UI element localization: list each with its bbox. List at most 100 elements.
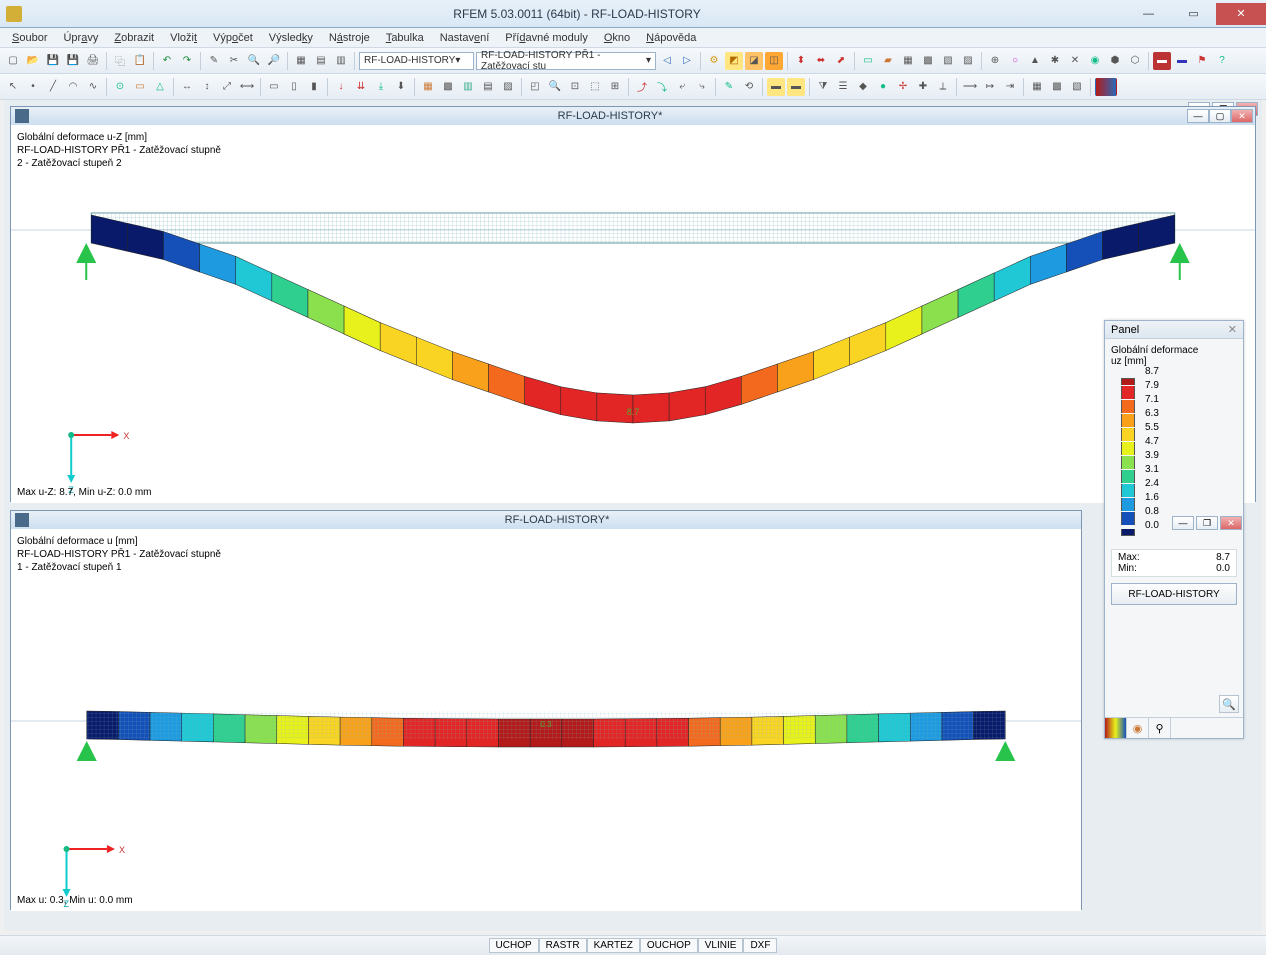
- save-icon[interactable]: 💾: [44, 52, 62, 70]
- view5-icon[interactable]: ⊞: [606, 78, 624, 96]
- red2-icon[interactable]: ▬: [1173, 52, 1191, 70]
- panel-titlebar[interactable]: Panel ✕: [1105, 321, 1243, 339]
- combo-loadcase[interactable]: RF-LOAD-HISTORY PŘ1 - Zatěžovací stu▾: [476, 52, 656, 70]
- hl2-icon[interactable]: ▬: [787, 78, 805, 96]
- iso-icon[interactable]: ▩: [919, 52, 937, 70]
- panel-tab-factor[interactable]: ◉: [1127, 718, 1149, 738]
- mdi2-minimize-icon[interactable]: —: [1172, 516, 1194, 530]
- view2-icon[interactable]: 🔍: [546, 78, 564, 96]
- panel-tab-filter[interactable]: ⚲: [1149, 718, 1171, 738]
- load4-icon[interactable]: ⬇: [392, 78, 410, 96]
- mdi-titlebar-top[interactable]: RF-LOAD-HISTORY* — ▢ ✕: [11, 107, 1255, 125]
- prev-icon[interactable]: ◁: [658, 52, 676, 70]
- grid-icon[interactable]: ▤: [312, 52, 330, 70]
- mdi2-close-icon[interactable]: ✕: [1220, 516, 1242, 530]
- mesh3-icon[interactable]: ▥: [459, 78, 477, 96]
- menu-vysledky[interactable]: Výsledky: [261, 30, 321, 46]
- table-icon[interactable]: ▥: [332, 52, 350, 70]
- zoom-icon[interactable]: 🔍: [245, 52, 263, 70]
- menu-soubor[interactable]: Soubor: [4, 30, 55, 46]
- cs2-icon[interactable]: ▩: [1048, 78, 1066, 96]
- supp-icon[interactable]: △: [151, 78, 169, 96]
- mesh4-icon[interactable]: ▤: [479, 78, 497, 96]
- tool-f-icon[interactable]: ◉: [1086, 52, 1104, 70]
- menu-moduly[interactable]: Přídavné moduly: [497, 30, 596, 46]
- ln-icon[interactable]: ╱: [44, 78, 62, 96]
- box2-icon[interactable]: ▯: [285, 78, 303, 96]
- an2-icon[interactable]: ⟲: [740, 78, 758, 96]
- delete-icon[interactable]: ✂: [225, 52, 243, 70]
- status-vlinie[interactable]: VLINIE: [698, 938, 744, 953]
- menu-zobrazit[interactable]: Zobrazit: [106, 30, 162, 46]
- edit-icon[interactable]: ✎: [205, 52, 223, 70]
- help-icon[interactable]: ?: [1213, 52, 1231, 70]
- menu-nastaveni[interactable]: Nastavení: [432, 30, 498, 46]
- open-icon[interactable]: 📂: [24, 52, 42, 70]
- r2-icon[interactable]: ◪: [745, 52, 763, 70]
- load2-icon[interactable]: ⇊: [352, 78, 370, 96]
- xz-icon[interactable]: ⤶: [673, 78, 691, 96]
- box-icon[interactable]: ▭: [265, 78, 283, 96]
- status-kartez[interactable]: KARTEZ: [587, 938, 640, 953]
- panel-zoom-icon[interactable]: 🔍: [1219, 695, 1239, 713]
- spl-icon[interactable]: ∿: [84, 78, 102, 96]
- menu-tabulka[interactable]: Tabulka: [378, 30, 432, 46]
- tool-c-icon[interactable]: ▲: [1026, 52, 1044, 70]
- saveas-icon[interactable]: 💾: [64, 52, 82, 70]
- axis2-icon[interactable]: ✢: [894, 78, 912, 96]
- section-icon[interactable]: ▧: [939, 52, 957, 70]
- tool-d-icon[interactable]: ✱: [1046, 52, 1064, 70]
- vect-icon[interactable]: ▨: [959, 52, 977, 70]
- contour-icon[interactable]: ▦: [899, 52, 917, 70]
- color-icon[interactable]: ◆: [854, 78, 872, 96]
- undo-icon[interactable]: ↶: [158, 52, 176, 70]
- zoomout-icon[interactable]: 🔎: [265, 52, 283, 70]
- copy-icon[interactable]: ⿻: [111, 52, 129, 70]
- xy-icon[interactable]: ⤴: [633, 78, 651, 96]
- tool-g-icon[interactable]: ⬢: [1106, 52, 1124, 70]
- view1-icon[interactable]: ◰: [526, 78, 544, 96]
- seq1-icon[interactable]: ⟶: [961, 78, 979, 96]
- calc-icon[interactable]: ⚙: [705, 52, 723, 70]
- redo-icon[interactable]: ↷: [178, 52, 196, 70]
- memb-icon[interactable]: ▭: [131, 78, 149, 96]
- tool-e-icon[interactable]: ✕: [1066, 52, 1084, 70]
- canvas-top[interactable]: Globální deformace u-Z [mm] RF-LOAD-HIST…: [11, 125, 1255, 503]
- maximize-button[interactable]: ▭: [1171, 3, 1216, 25]
- iso2-icon[interactable]: ⤷: [693, 78, 711, 96]
- mdi-titlebar-bottom[interactable]: RF-LOAD-HISTORY*: [11, 511, 1081, 529]
- mesh2-icon[interactable]: ▩: [439, 78, 457, 96]
- ptr-icon[interactable]: ↖: [4, 78, 22, 96]
- beam1-icon[interactable]: ⬍: [792, 52, 810, 70]
- panel-close-icon[interactable]: ✕: [1228, 323, 1237, 336]
- tool-b-icon[interactable]: ○: [1006, 52, 1024, 70]
- flag-icon[interactable]: ⚑: [1193, 52, 1211, 70]
- r3-icon[interactable]: ◫: [765, 52, 783, 70]
- pt-icon[interactable]: •: [24, 78, 42, 96]
- layer-icon[interactable]: ☰: [834, 78, 852, 96]
- dim1-icon[interactable]: ↔: [178, 78, 196, 96]
- grad-icon[interactable]: [1095, 78, 1117, 96]
- cs1-icon[interactable]: ▦: [1028, 78, 1046, 96]
- red1-icon[interactable]: ▬: [1153, 52, 1171, 70]
- close-button[interactable]: ✕: [1216, 3, 1266, 25]
- menu-nastroje[interactable]: Nástroje: [321, 30, 378, 46]
- child-close-icon[interactable]: ✕: [1231, 109, 1253, 123]
- seq2-icon[interactable]: ↦: [981, 78, 999, 96]
- menu-upravy[interactable]: Úpravy: [55, 30, 106, 46]
- cs3-icon[interactable]: ▧: [1068, 78, 1086, 96]
- r1-icon[interactable]: ◩: [725, 52, 743, 70]
- snap-icon[interactable]: ✚: [914, 78, 932, 96]
- status-uchop[interactable]: UCHOP: [489, 938, 539, 953]
- beam2-icon[interactable]: ⬌: [812, 52, 830, 70]
- hl1-icon[interactable]: ▬: [767, 78, 785, 96]
- tool-h-icon[interactable]: ⬡: [1126, 52, 1144, 70]
- beam3-icon[interactable]: ⬈: [832, 52, 850, 70]
- new-icon[interactable]: ▢: [4, 52, 22, 70]
- seq3-icon[interactable]: ⇥: [1001, 78, 1019, 96]
- child-maximize-icon[interactable]: ▢: [1209, 109, 1231, 123]
- next-icon[interactable]: ▷: [678, 52, 696, 70]
- dim2-icon[interactable]: ↕: [198, 78, 216, 96]
- ortho-icon[interactable]: ⟂: [934, 78, 952, 96]
- stress-icon[interactable]: ▰: [879, 52, 897, 70]
